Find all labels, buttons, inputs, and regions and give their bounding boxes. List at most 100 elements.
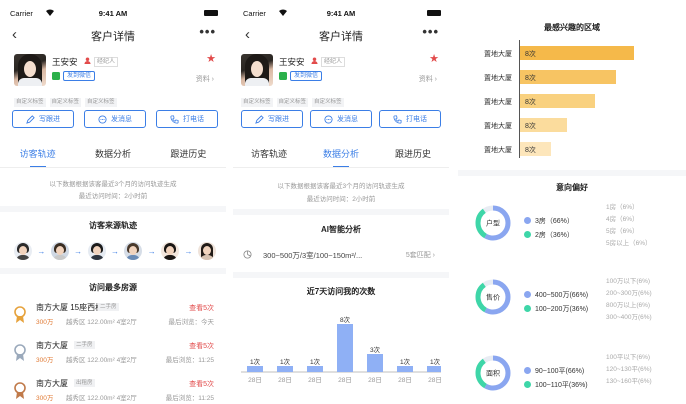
area-bar-value: 8次 [525, 147, 536, 154]
visitor-avatar[interactable] [14, 242, 32, 260]
tab-bar: 访客轨迹 数据分析 跟进历史 [0, 146, 226, 168]
divider [233, 209, 449, 215]
match-count[interactable]: 5套匹配 › [406, 250, 435, 260]
nav-bar: ‹ 客户详情 ••• [0, 24, 226, 46]
legend-item: 400~500万(66%) [524, 290, 588, 300]
other-preference-item: 120~130平(6%) [606, 366, 652, 373]
tab-data-analysis[interactable]: 数据分析 [95, 146, 131, 168]
avatar [14, 54, 46, 86]
send-message-button[interactable]: 发消息 [84, 110, 146, 128]
ai-analysis-row[interactable]: 300~500万/3室/100~150m²/... 5套匹配 › [243, 245, 439, 265]
customer-profile: 王安安 经纪人 发到微信 ★ 资料 › 自定义标签 自定义标签 自定义标签 [14, 54, 218, 107]
legend-dot [524, 217, 531, 224]
house-price: 300万 [36, 357, 54, 364]
customer-profile: 王安安 经纪人 发到微信 ★ 资料 › 自定义标签 自定义标签 自定义标签 [241, 54, 441, 107]
star-icon[interactable]: ★ [429, 54, 439, 65]
legend-item: 3房（66%） [524, 216, 574, 226]
send-wechat-tag[interactable]: 发到微信 [290, 71, 323, 81]
tab-followup-history[interactable]: 跟进历史 [170, 146, 206, 168]
tab-data-analysis[interactable]: 数据分析 [323, 146, 359, 168]
visitor-avatar[interactable] [124, 242, 143, 260]
bar-value-label: 1次 [430, 357, 441, 366]
send-message-button[interactable]: 发消息 [310, 110, 372, 128]
divider [458, 170, 686, 176]
call-button[interactable]: 打电话 [156, 110, 218, 128]
preference-title: 意向偏好 [556, 183, 588, 192]
house-item[interactable]: 南方大厦 15座西栋 二手房 查看5次 300万 越秀区 122.00m² 4室… [12, 302, 218, 336]
donut-center-label: 售价 [486, 293, 500, 302]
legend-item: 100~110平(36%) [524, 380, 588, 390]
more-icon[interactable]: ••• [422, 24, 439, 39]
arrow-icon: → [74, 246, 83, 256]
legend-dot [524, 231, 531, 238]
custom-tag: 自定义标签 [49, 98, 82, 107]
status-bar: Carrier 9:41 AM [0, 8, 226, 20]
tab-bar: 访客轨迹 数据分析 跟进历史 [233, 146, 449, 168]
house-item[interactable]: 南方大厦 二手房 查看5次 300万 越秀区 122.00m² 4室2厅 最后浏… [12, 340, 218, 374]
star-icon[interactable]: ★ [206, 54, 216, 65]
x-tick-label: 28日 [428, 376, 441, 384]
visitor-avatar[interactable] [161, 242, 180, 260]
visitor-avatar[interactable] [87, 242, 106, 260]
bar [397, 366, 413, 372]
write-followup-button[interactable]: 写跟进 [241, 110, 303, 128]
data-source-note: 以下数据根据该客最近3个月的访问轨迹生成 [49, 181, 177, 188]
x-tick-label: 28日 [398, 376, 412, 384]
bar-value-label: 1次 [280, 357, 291, 366]
custom-tag: 自定义标签 [85, 98, 117, 107]
call-button[interactable]: 打电话 [379, 110, 441, 128]
area-label: 置地大厦 [484, 147, 512, 154]
write-followup-button[interactable]: 写跟进 [12, 110, 74, 128]
x-tick-label: 28日 [248, 376, 262, 384]
house-details: 越秀区 122.00m² 4室2厅 [66, 357, 137, 364]
house-details: 越秀区 122.00m² 4室2厅 [66, 395, 137, 402]
arrow-icon: → [37, 246, 46, 256]
preference-row: 户型 3房（66%） 2房（36%） 1房（6%） 4房（6%） 5房（6%） 5房以上（6… [458, 204, 686, 264]
status-time: 9:41 AM [98, 9, 128, 18]
other-preference-item: 5房以上（6%） [606, 240, 652, 247]
other-preferences: 100平以下(6%) 120~130平(6%) 130~160平(6%) [606, 352, 652, 388]
person-icon [311, 57, 318, 64]
send-wechat-tag[interactable]: 发到微信 [63, 71, 96, 81]
gold-medal-icon [14, 306, 26, 323]
house-name: 南方大厦 [36, 341, 68, 350]
tab-visitor-track[interactable]: 访客轨迹 [20, 146, 56, 168]
donut-chart: 售价 [475, 279, 511, 315]
area-label: 置地大厦 [484, 75, 512, 82]
visitor-avatar[interactable] [197, 242, 216, 260]
area-bar-value: 8次 [525, 123, 536, 130]
visitor-avatar[interactable] [50, 242, 69, 260]
weekly-visits-chart: 1次 28日 1次 28日 1次 28日 8次 28日 3次 28日 1次 28日 1次 28日 [241, 315, 441, 384]
tab-visitor-track[interactable]: 访客轨迹 [251, 146, 287, 168]
status-bar: Carrier 9:41 AM [233, 8, 449, 20]
house-price: 300万 [36, 319, 54, 326]
other-preference-item: 100万以下(6%) [606, 278, 651, 285]
ai-analysis-summary: 300~500万/3室/100~150m²/... [263, 251, 363, 260]
view-count: 查看5次 [189, 343, 214, 350]
bar [427, 366, 441, 372]
last-visit-time: 最近访问时间：2小时前 [78, 193, 148, 200]
legend-dot [524, 367, 531, 374]
last-viewed: 最后浏览：11:25 [165, 395, 214, 402]
view-count: 查看5次 [189, 305, 214, 312]
donut-chart: 户型 [475, 205, 511, 241]
bar [367, 354, 383, 372]
legend-dot [524, 381, 531, 388]
arrow-icon: → [184, 246, 193, 256]
other-preferences: 1房（6%） 4房（6%） 5房（6%） 5房以上（6%） [606, 202, 652, 250]
profile-info-link[interactable]: 资料 › [196, 74, 214, 84]
visitor-track-screen: Carrier 9:41 AM ‹ 客户详情 ••• 王安安 经纪人 发到微信 … [0, 0, 226, 404]
preference-row: 售价 400~500万(66%) 100~200万(36%) 100万以下(6%) 20… [458, 278, 686, 338]
customer-name: 王安安 [52, 57, 78, 67]
arrow-icon: → [110, 246, 119, 256]
bar [307, 366, 323, 372]
tab-followup-history[interactable]: 跟进历史 [395, 146, 431, 168]
bar [277, 366, 293, 372]
house-item[interactable]: 南方大厦 出租房 查看5次 300万 越秀区 122.00m² 4室2厅 最后浏… [12, 378, 218, 404]
preference-screen: 最感兴趣的区域 置地大厦 8次 置地大厦 8次 置地大厦 8次 置地大厦 8次 置地大厦 8次 意… [458, 0, 686, 404]
profile-info-link[interactable]: 资料 › [419, 74, 437, 84]
custom-tag: 自定义标签 [276, 98, 309, 107]
wechat-icon [279, 72, 287, 80]
more-icon[interactable]: ••• [199, 24, 216, 39]
area-label: 置地大厦 [484, 123, 512, 130]
